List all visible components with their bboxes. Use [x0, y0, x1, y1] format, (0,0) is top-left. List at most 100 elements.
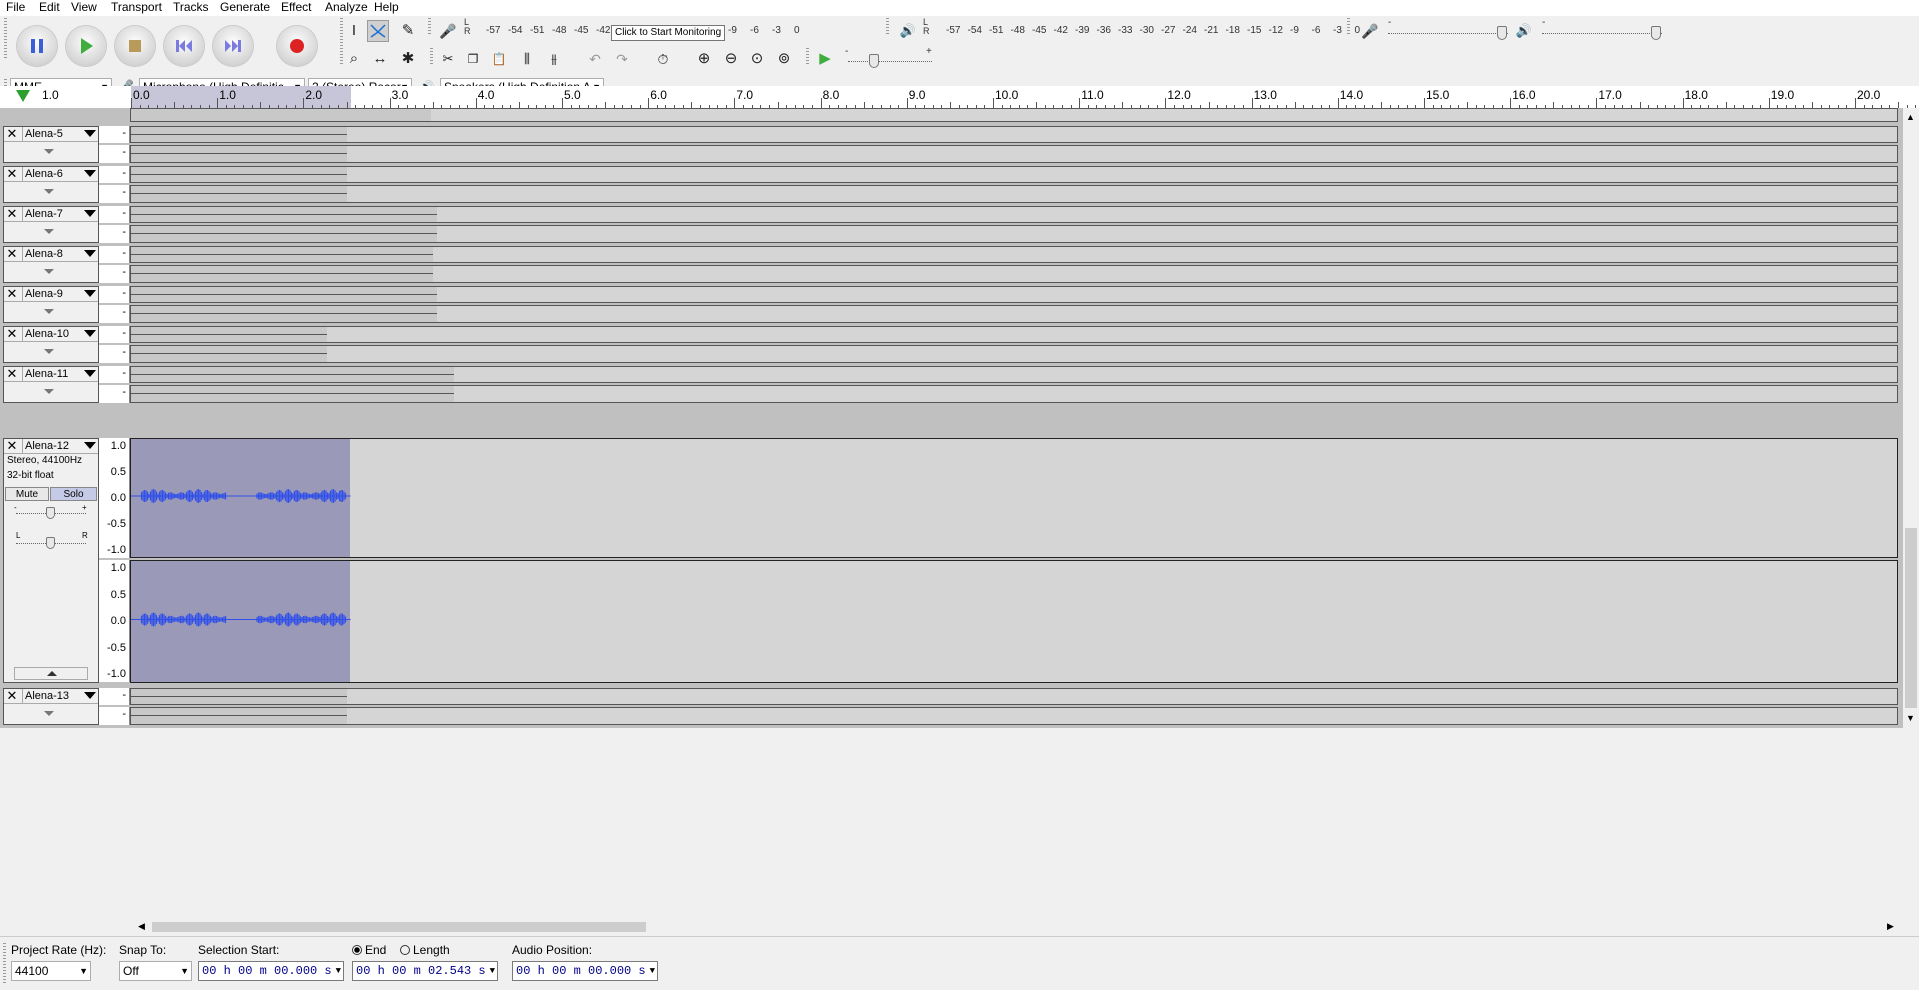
waveform-channel[interactable] [130, 185, 1898, 203]
vertical-ruler-right-channel[interactable]: 1.0 0.5 0.0 -0.5 -1.0 [99, 560, 130, 682]
audio-clip[interactable] [131, 186, 347, 202]
play-at-speed-button[interactable]: ▶ [814, 48, 836, 70]
track-alena-11[interactable]: ✕ Alena-11 - - [0, 366, 1903, 403]
track-control-panel[interactable]: ✕ Alena-12 Stereo, 44100Hz 32-bit float … [3, 438, 99, 683]
track-menu-arrow-icon[interactable] [84, 290, 96, 297]
waveform-channel[interactable] [130, 385, 1898, 403]
waveform-channel[interactable] [130, 246, 1898, 263]
waveform-channel[interactable] [130, 326, 1898, 343]
close-icon[interactable]: ✕ [5, 127, 19, 141]
toolbar-grip[interactable] [886, 18, 889, 36]
track-name-button[interactable]: Alena-8 [22, 247, 85, 261]
project-rate-select[interactable]: 44100 ▼ [11, 961, 91, 981]
track-alena-9[interactable]: ✕ Alena-9 - - [0, 286, 1903, 323]
track-menu-arrow-icon[interactable] [84, 250, 96, 257]
toolbar-grip[interactable] [1347, 18, 1350, 36]
vertical-ruler[interactable]: - [99, 145, 130, 163]
audio-clip[interactable] [131, 109, 431, 121]
close-icon[interactable]: ✕ [5, 287, 19, 301]
vertical-ruler[interactable]: - [99, 265, 130, 283]
waveform-channel[interactable] [130, 206, 1898, 223]
scroll-left-icon[interactable]: ◀ [138, 921, 145, 932]
recording-volume-slider[interactable] [1388, 33, 1508, 35]
track-name-button[interactable]: Alena-5 [22, 127, 85, 141]
close-icon[interactable]: ✕ [5, 247, 19, 261]
track-alena-7[interactable]: ✕ Alena-7 - - [0, 206, 1903, 243]
selection-end-time[interactable]: 00 h 00 m 02.543 s ▼ [352, 961, 498, 981]
audio-clip[interactable] [131, 146, 347, 162]
toolbar-grip[interactable] [3, 943, 6, 983]
track-name-button[interactable]: Alena-9 [22, 287, 85, 301]
selection-start-time[interactable]: 00 h 00 m 00.000 s ▼ [198, 961, 344, 981]
mute-button[interactable]: Mute [5, 487, 49, 501]
record-meter-microphone-icon[interactable]: 🎤 [437, 20, 459, 42]
track-control-panel[interactable]: ✕ Alena-9 [3, 286, 99, 323]
draw-tool[interactable]: ✎ [397, 20, 419, 42]
play-speed-thumb[interactable] [869, 54, 879, 68]
track-menu-arrow-icon[interactable] [84, 130, 96, 137]
menu-edit[interactable]: Edit [36, 0, 63, 16]
track-name-button[interactable]: Alena-7 [22, 207, 85, 221]
waveform-right-channel[interactable] [130, 560, 1898, 683]
toolbar-grip[interactable] [428, 18, 431, 36]
waveform-channel[interactable] [130, 225, 1898, 243]
expand-track-icon[interactable] [44, 269, 54, 274]
waveform-channel[interactable] [130, 688, 1898, 705]
vertical-ruler[interactable]: - [99, 707, 130, 725]
solo-button[interactable]: Solo [50, 487, 97, 501]
vertical-ruler[interactable]: - [99, 366, 130, 383]
pause-button[interactable] [17, 26, 57, 66]
menu-effect[interactable]: Effect [278, 0, 314, 16]
pan-thumb[interactable] [46, 537, 55, 549]
skip-to-start-button[interactable] [164, 26, 204, 66]
audio-position-time[interactable]: 00 h 00 m 00.000 s ▼ [512, 961, 658, 981]
gain-thumb[interactable] [46, 507, 55, 519]
end-radio-dot[interactable] [352, 945, 362, 955]
track-alena-12[interactable]: ✕ Alena-12 Stereo, 44100Hz 32-bit float … [0, 438, 1903, 683]
vertical-ruler[interactable]: - [99, 385, 130, 403]
play-speed-slider[interactable] [848, 61, 932, 63]
vertical-ruler[interactable]: - [99, 166, 130, 183]
sync-lock-icon[interactable]: ⏱ [652, 48, 674, 70]
track-control-panel[interactable]: ✕ Alena-5 [3, 126, 99, 163]
vertical-ruler[interactable]: - [99, 206, 130, 223]
length-radio-dot[interactable] [400, 945, 410, 955]
toolbar-grip[interactable] [430, 48, 433, 66]
track-area[interactable]: ✕ Alena-5- - ✕ Alena-6- - ✕ Alena-7- - ✕ Alena-8- -… [0, 108, 1903, 728]
play-button[interactable] [66, 26, 106, 66]
envelope-tool[interactable] [367, 20, 389, 42]
waveform-left-channel[interactable] [130, 438, 1898, 558]
track-control-panel[interactable]: ✕ Alena-8 [3, 246, 99, 283]
copy-icon[interactable]: ❐ [462, 48, 484, 70]
audio-clip[interactable] [131, 226, 437, 242]
track-control-panel[interactable]: ✕ Alena-6 [3, 166, 99, 203]
expand-track-icon[interactable] [44, 349, 54, 354]
silence-audio-icon[interactable]: ⫵ [543, 48, 565, 70]
collapse-track-button[interactable] [14, 667, 88, 680]
track-menu-arrow-icon[interactable] [84, 442, 96, 449]
format-dropdown-icon[interactable]: ▼ [490, 962, 495, 980]
menu-file[interactable]: File [3, 0, 28, 16]
track-alena-6[interactable]: ✕ Alena-6 - - [0, 166, 1903, 203]
close-icon[interactable]: ✕ [5, 167, 19, 181]
multi-tool[interactable]: ✱ [397, 48, 419, 70]
track-alena-13[interactable]: ✕ Alena-13 - - [0, 688, 1903, 725]
record-button[interactable] [277, 26, 317, 66]
track-name-button[interactable]: Alena-12 [22, 439, 85, 453]
audio-clip[interactable] [131, 266, 433, 282]
track-menu-arrow-icon[interactable] [84, 370, 96, 377]
close-icon[interactable]: ✕ [5, 689, 19, 703]
track-name-button[interactable]: Alena-6 [22, 167, 85, 181]
toolbar-grip[interactable] [806, 48, 809, 66]
toolbar-grip[interactable] [4, 18, 7, 58]
expand-track-icon[interactable] [44, 189, 54, 194]
track-menu-arrow-icon[interactable] [84, 692, 96, 699]
track-control-panel[interactable]: ✕ Alena-10 [3, 326, 99, 363]
vertical-ruler[interactable]: - [99, 185, 130, 203]
vertical-ruler[interactable]: - [99, 326, 130, 343]
track-name-button[interactable]: Alena-13 [22, 689, 85, 703]
zoom-in-icon[interactable]: ⊕ [693, 48, 715, 70]
zoom-out-icon[interactable]: ⊖ [720, 48, 742, 70]
waveform-channel[interactable] [130, 265, 1898, 283]
vertical-scroll-thumb[interactable] [1905, 528, 1917, 708]
